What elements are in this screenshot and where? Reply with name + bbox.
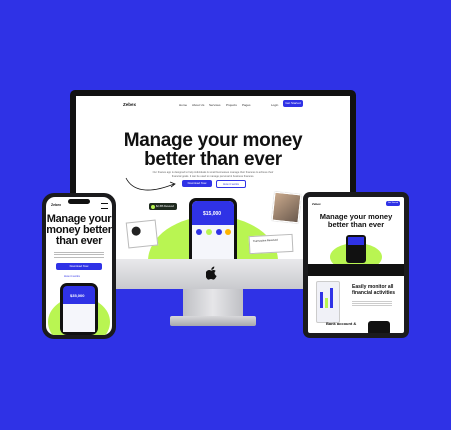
hero-phone-screen: $15,000 [192,201,234,259]
received-badge-label: $2,456 Received [156,205,174,208]
bar [330,288,333,308]
user-photo [271,191,302,224]
ipad-screen: Zebex Get Started Manage your money bett… [308,197,404,333]
site-logo[interactable]: Zebex [123,102,136,107]
mobile-balance-card: $35,000 [63,286,95,304]
iphone-screen: Zebex Manage your money better than ever… [46,197,112,335]
nav-link-home[interactable]: Home [179,103,187,107]
action-icon [196,229,202,235]
tablet-section2-title: Bank account & [326,321,357,326]
received-badge: $2,456 Received [149,203,177,210]
transaction-label: Transaction Received [252,238,278,243]
bar [320,292,323,308]
mobile-title-line3: than ever [55,235,103,247]
mobile-logo[interactable]: Zebex [51,203,61,207]
hero-title-line1: Manage your money [123,130,303,151]
check-icon [151,204,155,209]
action-icon [216,229,222,235]
tablet-signup-button[interactable]: Get Started [386,201,400,206]
login-link[interactable]: Login [271,103,278,107]
menu-icon[interactable] [101,203,108,209]
tablet-feature-text [352,299,392,307]
site-nav: Zebex Home About Us Services Projects Pa… [76,96,350,112]
imac-stand-foot [170,316,256,326]
hero-title-line2: better than ever [144,149,282,170]
apple-logo-icon [206,266,217,280]
imac-stand-neck [183,289,243,317]
tablet-section2-phone [368,321,390,333]
bar [325,298,328,308]
nav-link-services[interactable]: Services [209,103,221,107]
balance-amount: $15,000 [203,211,222,217]
hero-how-it-works-button[interactable]: How it works [216,180,246,188]
signup-button[interactable]: Get Started [283,100,303,107]
transaction-card: Transaction Received [248,233,294,255]
hero-download-button[interactable]: Download Now [182,180,212,187]
mobile-balance: $35,000 [70,293,85,298]
tablet-title-line2: better than ever [327,220,385,229]
mobile-inner-screen [63,304,95,332]
tablet-balance-card [348,237,364,245]
coin-card [125,219,159,249]
tablet-feature-phone [316,281,340,323]
nav-link-projects[interactable]: Projects [226,103,237,107]
nav-link-pages[interactable]: Pages [242,103,251,107]
arrow-doodle-icon [125,177,176,191]
mobile-subtitle [54,250,104,260]
mobile-download-button[interactable]: Download Now [56,263,102,270]
dynamic-island [68,199,90,204]
tablet-partner-strip [308,264,404,276]
nav-link-about[interactable]: About Us [192,103,204,107]
coin-icon [131,226,142,237]
tablet-feature-title-line2: financial activities [352,290,396,296]
mobile-how-it-works[interactable]: How it works [64,274,80,278]
action-icon [206,229,212,235]
tablet-logo[interactable]: Zebex [312,202,321,206]
action-icon [225,229,231,235]
